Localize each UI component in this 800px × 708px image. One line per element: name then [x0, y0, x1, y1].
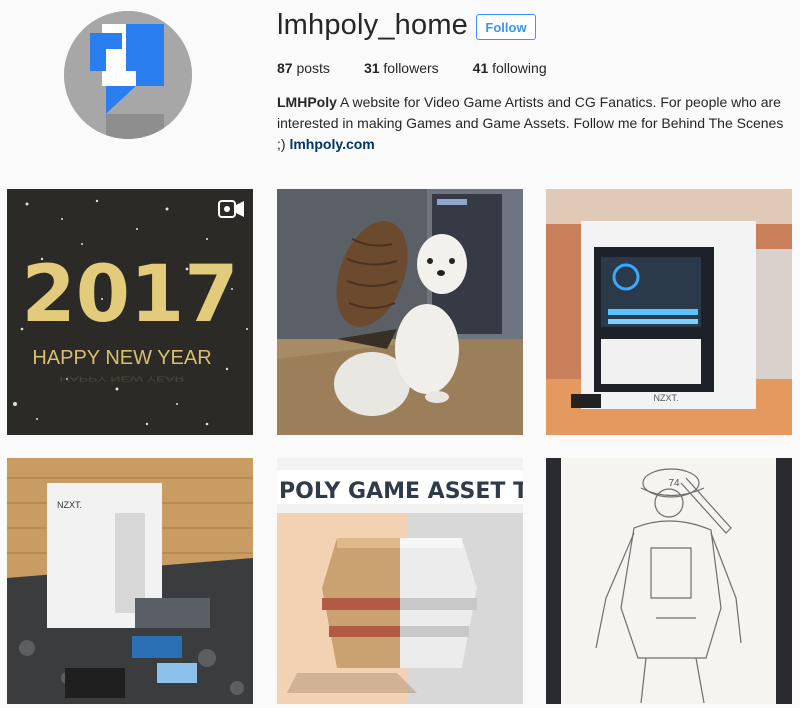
firefighter-sketch-image: 74	[546, 458, 792, 704]
post-tile-squirrel[interactable]	[277, 189, 523, 435]
new-year-image: 2017 HAPPY NEW YEAR HAPPY NEW YEAR	[7, 189, 253, 435]
post-tile-firefighter-sketch[interactable]: 74	[546, 458, 792, 704]
bio-name: LMHPoly	[277, 94, 337, 110]
post-tile-barrel[interactable]: POLY GAME ASSET TUT	[277, 458, 523, 704]
year-text: 2017	[21, 250, 238, 340]
profile-bio: LMHPoly A website for Video Game Artists…	[277, 92, 787, 155]
followers-label: followers	[383, 60, 439, 76]
posts-count: 87	[277, 60, 293, 76]
profile-avatar[interactable]	[64, 11, 192, 139]
following-label: following	[492, 60, 547, 76]
following-stat[interactable]: 41 following	[473, 60, 547, 76]
nzxt-label: NZXT.	[653, 393, 678, 403]
lmhpoly-logo	[64, 11, 192, 139]
tutorial-banner: POLY GAME ASSET TUT	[279, 479, 523, 504]
post-tile-unboxing[interactable]: NZXT.	[7, 458, 253, 704]
new-year-caption: HAPPY NEW YEAR	[32, 347, 211, 369]
followers-stat[interactable]: 31 followers	[364, 60, 439, 76]
post-tile-pc-case[interactable]: NZXT.	[546, 189, 792, 435]
posts-label: posts	[296, 60, 330, 76]
barrel-asset-image: POLY GAME ASSET TUT	[277, 458, 523, 704]
helmet-number: 74	[668, 478, 680, 489]
squirrel-plush-image	[277, 189, 523, 435]
caption-reflection: HAPPY NEW YEAR	[59, 375, 184, 383]
unboxing-image: NZXT.	[7, 458, 253, 704]
bio-link[interactable]: lmhpoly.com	[289, 136, 374, 152]
posts-stat: 87 posts	[277, 60, 330, 76]
follow-button[interactable]: Follow	[476, 14, 536, 40]
pc-case-image: NZXT.	[546, 189, 792, 435]
profile-username: lmhpoly_home	[277, 9, 468, 41]
followers-count: 31	[363, 60, 380, 76]
nzxt-box-label: NZXT.	[57, 500, 82, 510]
profile-stats: 87 posts 31 followers 41 following	[277, 60, 581, 76]
post-tile-new-year[interactable]: 2017 HAPPY NEW YEAR HAPPY NEW YEAR	[7, 189, 253, 435]
following-count: 41	[472, 60, 489, 76]
